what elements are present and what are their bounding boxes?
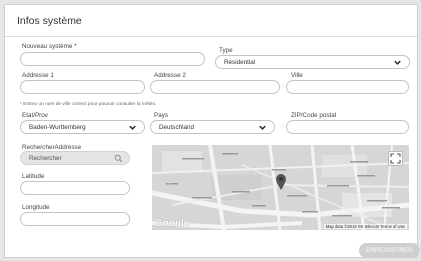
save-button[interactable]: ENREGISTRER bbox=[359, 243, 420, 258]
map-pin-icon[interactable] bbox=[275, 173, 287, 191]
type-label: Type bbox=[219, 47, 233, 54]
zip-input[interactable] bbox=[286, 120, 409, 134]
new-system-input[interactable] bbox=[20, 52, 205, 66]
country-select-value: Deutschland bbox=[159, 124, 195, 131]
fullscreen-icon bbox=[390, 153, 401, 164]
weather-hint: * Entrez un nom de ville correct pour po… bbox=[20, 102, 157, 107]
address-search-input[interactable]: Rechercher bbox=[20, 151, 130, 165]
system-info-card: Infos système Nouveau système * Type Res… bbox=[4, 4, 420, 258]
chevron-down-icon bbox=[394, 60, 401, 65]
map-fullscreen-button[interactable] bbox=[388, 151, 403, 166]
state-label: Etat/Prov bbox=[22, 112, 48, 119]
latitude-label: Latitude bbox=[22, 173, 45, 180]
map-view[interactable]: Google Map data ©2019 SK telecom Terms o… bbox=[152, 145, 409, 230]
search-placeholder: Rechercher bbox=[29, 155, 62, 162]
google-logo: Google bbox=[155, 218, 190, 229]
address2-input[interactable] bbox=[150, 80, 280, 94]
search-address-label: RechercherAddresse bbox=[22, 144, 82, 151]
longitude-label: Longitude bbox=[22, 204, 50, 211]
page-title: Infos système bbox=[17, 15, 82, 27]
address2-label: Addresse 2 bbox=[154, 72, 186, 79]
address1-input[interactable] bbox=[20, 80, 145, 94]
new-system-label: Nouveau système * bbox=[22, 43, 77, 50]
map-attribution[interactable]: Map data ©2019 SK telecom Terms of Use bbox=[323, 224, 407, 229]
search-icon[interactable] bbox=[114, 154, 123, 163]
title-divider bbox=[5, 36, 417, 37]
longitude-input[interactable] bbox=[20, 212, 130, 226]
type-select-value: Residential bbox=[224, 59, 256, 66]
state-select[interactable]: Baden-Wurttemberg bbox=[20, 120, 145, 134]
city-label: Ville bbox=[291, 72, 303, 79]
state-select-value: Baden-Wurttemberg bbox=[29, 124, 86, 131]
latitude-input[interactable] bbox=[20, 181, 130, 195]
country-label: Pays bbox=[154, 112, 168, 119]
city-input[interactable] bbox=[286, 80, 409, 94]
zip-label: ZIP/Code postal bbox=[291, 112, 337, 119]
chevron-down-icon bbox=[259, 125, 266, 130]
chevron-down-icon bbox=[129, 125, 136, 130]
address1-label: Addresse 1 bbox=[22, 72, 54, 79]
type-select[interactable]: Residential bbox=[215, 55, 410, 69]
country-select[interactable]: Deutschland bbox=[150, 120, 275, 134]
